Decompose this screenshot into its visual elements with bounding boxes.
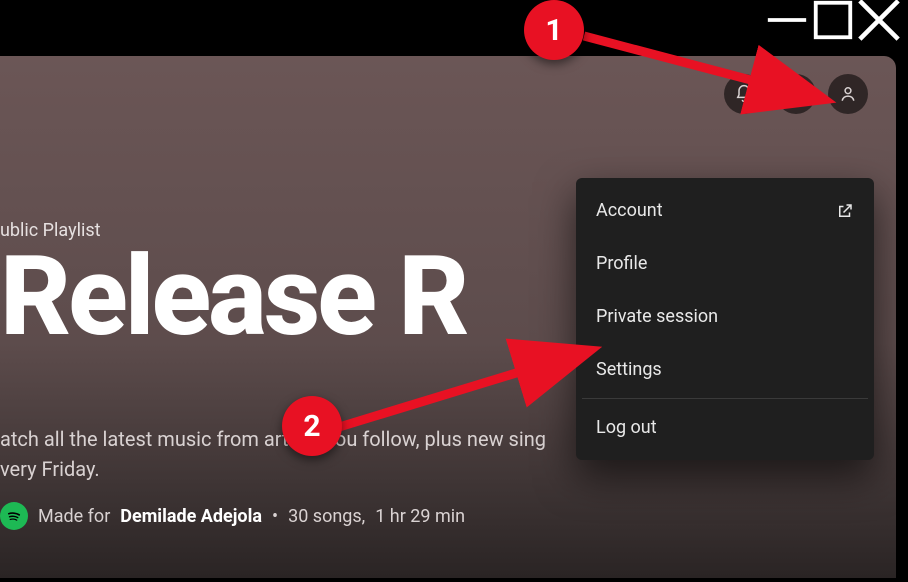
- bell-icon: [734, 84, 754, 104]
- window-close-button[interactable]: [856, 4, 902, 36]
- profile-dropdown: Account Profile Private session Settings…: [576, 178, 874, 460]
- desc-line-2: very Friday.: [0, 457, 100, 481]
- song-count: 30 songs,: [288, 506, 365, 527]
- friends-button[interactable]: [776, 74, 816, 114]
- dropdown-item-private-session[interactable]: Private session: [582, 290, 868, 343]
- dropdown-separator: [582, 398, 868, 399]
- dropdown-item-label: Log out: [596, 417, 657, 438]
- dropdown-item-profile[interactable]: Profile: [582, 237, 868, 290]
- window-titlebar: [0, 0, 908, 40]
- external-link-icon: [836, 202, 854, 220]
- annotation-badge-2: 2: [282, 396, 342, 456]
- close-icon: [856, 0, 902, 43]
- person-icon: [838, 84, 858, 104]
- minimize-icon: [764, 0, 810, 43]
- window-minimize-button[interactable]: [764, 4, 810, 36]
- people-icon: [786, 84, 806, 104]
- notifications-button[interactable]: [724, 74, 764, 114]
- desc-line-1: atch all the latest music from artists y…: [0, 427, 546, 451]
- profile-button[interactable]: [828, 74, 868, 114]
- spotify-logo: [0, 502, 28, 530]
- made-for-label: Made for: [38, 506, 110, 527]
- made-for-user[interactable]: Demilade Adejola: [120, 506, 262, 527]
- meta-separator: •: [272, 506, 278, 527]
- annotation-badge-1: 1: [524, 0, 584, 60]
- playlist-description: atch all the latest music from artists y…: [0, 424, 546, 484]
- dropdown-item-account[interactable]: Account: [582, 184, 868, 237]
- total-duration: 1 hr 29 min: [375, 506, 465, 527]
- dropdown-item-label: Private session: [596, 306, 718, 327]
- playlist-meta: Made for Demilade Adejola • 30 songs, 1 …: [0, 502, 465, 530]
- dropdown-item-label: Account: [596, 200, 663, 221]
- maximize-icon: [810, 0, 856, 43]
- dropdown-item-label: Profile: [596, 253, 647, 274]
- window-maximize-button[interactable]: [810, 4, 856, 36]
- header-actions: [724, 74, 868, 114]
- dropdown-item-logout[interactable]: Log out: [582, 401, 868, 454]
- dropdown-item-settings[interactable]: Settings: [582, 343, 868, 396]
- playlist-title: Release R: [0, 242, 466, 352]
- spotify-icon: [5, 507, 23, 525]
- dropdown-item-label: Settings: [596, 359, 662, 380]
